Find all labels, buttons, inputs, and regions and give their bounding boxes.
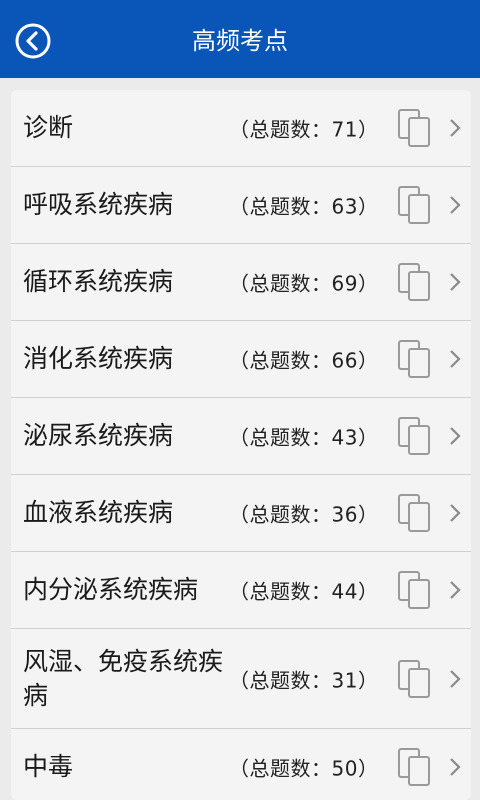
question-count: （总题数：44） xyxy=(229,579,379,604)
chevron-right-icon xyxy=(450,504,461,522)
documents-icon[interactable] xyxy=(397,108,431,148)
list-item[interactable]: 内分泌系统疾病 （总题数：44） xyxy=(11,552,471,629)
list-item[interactable]: 循环系统疾病 （总题数：69） xyxy=(11,244,471,321)
topic-list: 诊断 （总题数：71） 呼吸系统疾病 （总题数：63） 循环系统疾病 （总题数：… xyxy=(11,90,471,800)
documents-icon[interactable] xyxy=(397,262,431,302)
chevron-right-icon xyxy=(450,758,461,776)
documents-icon[interactable] xyxy=(397,416,431,456)
chevron-right-icon xyxy=(450,427,461,445)
chevron-right-icon xyxy=(450,581,461,599)
list-item[interactable]: 血液系统疾病 （总题数：36） xyxy=(11,475,471,552)
documents-icon[interactable] xyxy=(397,659,431,699)
topic-name: 呼吸系统疾病 xyxy=(23,190,174,219)
topic-name: 消化系统疾病 xyxy=(23,344,174,373)
documents-icon[interactable] xyxy=(397,339,431,379)
list-item[interactable]: 诊断 （总题数：71） xyxy=(11,90,471,167)
topic-name: 内分泌系统疾病 xyxy=(23,575,199,604)
page-title: 高频考点 xyxy=(192,27,288,55)
chevron-right-icon xyxy=(450,119,461,137)
topic-name: 诊断 xyxy=(23,113,74,142)
chevron-right-icon xyxy=(450,196,461,214)
question-count: （总题数：31） xyxy=(229,668,379,692)
documents-icon[interactable] xyxy=(397,493,431,533)
question-count: （总题数：43） xyxy=(229,425,379,450)
question-count: （总题数：50） xyxy=(229,756,379,781)
topic-name: 循环系统疾病 xyxy=(23,267,174,296)
chevron-right-icon xyxy=(450,273,461,291)
list-item[interactable]: 呼吸系统疾病 （总题数：63） xyxy=(11,167,471,244)
topic-name: 风湿、免疫系统疾病 xyxy=(23,646,224,710)
topic-name: 中毒 xyxy=(23,752,74,781)
question-count: （总题数：69） xyxy=(229,271,379,296)
list-item[interactable]: 中毒 （总题数：50） xyxy=(11,729,471,800)
title-bar: 高频考点 xyxy=(0,0,480,78)
chevron-right-icon xyxy=(450,669,461,688)
list-item[interactable]: 消化系统疾病 （总题数：66） xyxy=(11,321,471,398)
chevron-right-icon xyxy=(450,350,461,368)
documents-icon[interactable] xyxy=(397,570,431,610)
documents-icon[interactable] xyxy=(397,747,431,787)
question-count: （总题数：63） xyxy=(229,194,379,219)
documents-icon[interactable] xyxy=(397,185,431,225)
list-item[interactable]: 风湿、免疫系统疾病 （总题数：31） xyxy=(11,629,471,729)
topic-name: 血液系统疾病 xyxy=(23,498,174,527)
question-count: （总题数：36） xyxy=(229,502,379,527)
question-count: （总题数：71） xyxy=(229,117,379,142)
question-count: （总题数：66） xyxy=(229,348,379,373)
list-item[interactable]: 泌尿系统疾病 （总题数：43） xyxy=(11,398,471,475)
topic-name: 泌尿系统疾病 xyxy=(23,421,174,450)
